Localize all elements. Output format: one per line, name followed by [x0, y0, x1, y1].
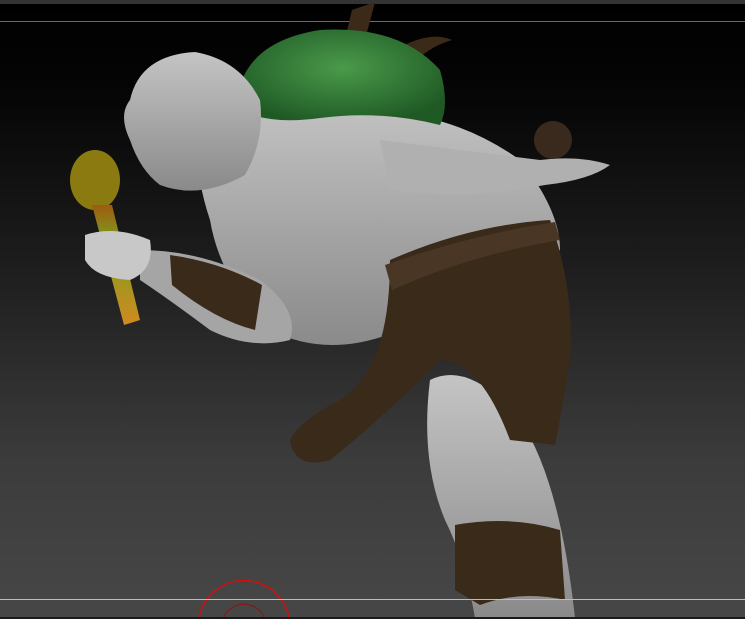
brush-cursor — [198, 579, 290, 618]
floor-grid-line-bottom — [0, 599, 745, 600]
brush-inner-ring-icon — [223, 603, 265, 618]
3d-viewport-canvas[interactable] — [0, 0, 745, 619]
